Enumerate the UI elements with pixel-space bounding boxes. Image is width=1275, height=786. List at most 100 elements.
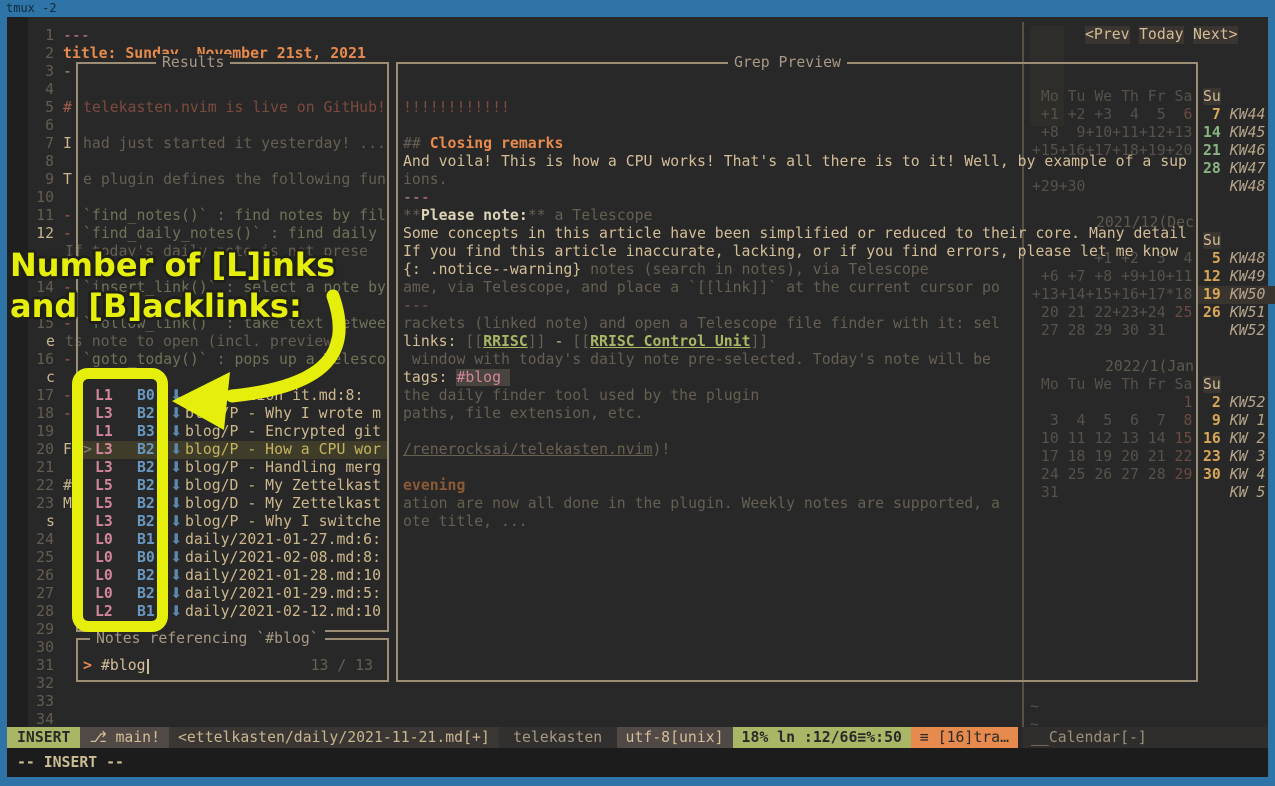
buffer-text: c xyxy=(46,369,388,387)
line-number: 33 xyxy=(28,693,54,711)
preview-text: [[ xyxy=(572,333,590,350)
calendar-week-number: KW49 xyxy=(1230,268,1266,285)
line-number: 4 xyxy=(28,81,54,99)
search-input[interactable]: #blog xyxy=(101,657,146,675)
result-label: blog/P - Why I switche xyxy=(185,513,381,531)
calendar-nav-next[interactable]: Next> xyxy=(1193,26,1238,44)
spacer xyxy=(1221,124,1230,141)
encoding-segment: utf-8[unix] xyxy=(617,727,733,748)
backlinks-count: B2 xyxy=(137,405,155,423)
line-number: 13 xyxy=(28,261,54,279)
note-down-arrow-icon: ⬇ xyxy=(170,387,182,405)
line-number: 6 xyxy=(28,117,54,135)
preview-text: Please note: xyxy=(421,207,528,224)
git-branch-name: main! xyxy=(115,729,160,746)
buffer-text: title: Sunday, November 21st, 2021 xyxy=(63,45,388,63)
line-number: 31 xyxy=(28,657,54,675)
backlinks-count: B0 xyxy=(137,387,155,405)
calendar-sunday-day[interactable]: 12 xyxy=(1203,268,1221,285)
calendar-week-row[interactable]: 12 KW49 xyxy=(1203,268,1265,286)
calendar-sunday-day xyxy=(1203,178,1221,195)
calendar-week-row[interactable]: 28 KW47 xyxy=(1203,160,1265,178)
result-item[interactable]: L2B1⬇daily/2021-02-12.md:10 xyxy=(0,603,1275,621)
calendar-sunday-day[interactable]: 28 xyxy=(1203,160,1221,177)
preview-line: rackets (linked note) and open a Telesco… xyxy=(403,315,1196,333)
calendar-nav-today[interactable]: Today xyxy=(1139,26,1184,44)
note-down-arrow-icon: ⬇ xyxy=(170,531,182,549)
result-item[interactable]: L3 B2 ⬇blog/P - Why I switche xyxy=(0,513,1275,531)
preview-text: window with today's daily note pre-selec… xyxy=(403,351,991,368)
line-number: 10 xyxy=(28,189,54,207)
spacer xyxy=(1221,268,1230,285)
preview-line: {: .notice--warning} notes (search in no… xyxy=(403,261,1196,279)
buffer-text: `follow_link()` : take text betwee xyxy=(83,315,388,333)
calendar-sunday-day[interactable]: 14 xyxy=(1203,124,1221,141)
command-line-area xyxy=(7,748,1268,777)
result-item[interactable]: L0B2⬇daily/2021-01-28.md:10 xyxy=(0,567,1275,585)
calendar-week-row[interactable]: Su xyxy=(1203,232,1221,250)
result-item[interactable]: >L3B2⬇blog/P - How a CPU wor xyxy=(0,441,1275,459)
preview-text: ions. xyxy=(403,171,448,188)
calendar-week-row[interactable]: 19 KW50 xyxy=(1203,286,1265,304)
calendar-sunday-day[interactable]: 21 xyxy=(1203,142,1221,159)
preview-text: notes (search in notes), via Telescope xyxy=(581,261,928,278)
calendar-nav-prev[interactable]: <Prev xyxy=(1085,26,1130,44)
calendar-week-row[interactable]: KW52 xyxy=(1203,322,1265,340)
preview-text: RRISC Control Unit xyxy=(590,333,750,350)
calendar-sunday-day[interactable]: 5 xyxy=(1203,250,1221,267)
calendar-week-row[interactable]: 21 KW46 xyxy=(1203,142,1265,160)
backlinks-count: B1 xyxy=(137,603,155,621)
result-item[interactable]: L3B2⬇blog/P - Why I wrote m xyxy=(0,405,1275,423)
calendar-week-number: KW47 xyxy=(1230,160,1266,177)
note-down-arrow-icon: ⬇ xyxy=(170,405,182,423)
calendar-week-number: KW48 xyxy=(1230,178,1266,195)
links-count: L1 xyxy=(95,423,113,441)
calendar-week-row[interactable]: KW48 xyxy=(1203,178,1265,196)
result-label: blog/D - My Zettelkast xyxy=(185,477,381,495)
plugin-name-segment: telekasten xyxy=(499,727,617,748)
result-item[interactable]: L5B2⬇blog/D - My Zettelkast xyxy=(0,495,1275,513)
result-item[interactable]: L0B0⬇daily/2021-02-08.md:8: xyxy=(0,549,1275,567)
spacer xyxy=(1221,304,1230,321)
note-down-arrow-icon: ⬇ xyxy=(170,495,182,513)
calendar-week-number: KW45 xyxy=(1230,124,1266,141)
calendar-week-row[interactable]: 14 KW45 xyxy=(1203,124,1265,142)
calendar-week-row[interactable]: 26 KW51 xyxy=(1203,304,1265,322)
preview-line: ions. xyxy=(403,171,1196,189)
links-count: L3 xyxy=(95,513,113,531)
spacer xyxy=(1221,250,1230,267)
result-item[interactable]: L0B2⬇daily/2021-01-29.md:5: xyxy=(0,585,1275,603)
note-down-arrow-icon: ⬇ xyxy=(170,585,182,603)
result-label: blog/P - How a CPU wor xyxy=(185,441,381,459)
backlinks-count: B2 xyxy=(137,441,155,459)
preview-text: ]] xyxy=(750,333,768,350)
links-count: L0 xyxy=(95,531,113,549)
result-item[interactable]: L0B1⬇daily/2021-01-27.md:6: xyxy=(0,531,1275,549)
result-item[interactable]: L3B2⬇blog/P - Handling merg xyxy=(0,459,1275,477)
links-count: L3 xyxy=(95,459,113,477)
statusline: INSERT ⎇ main! <ettelkasten/daily/2021-1… xyxy=(7,727,1018,748)
calendar-week-row[interactable]: Su xyxy=(1203,88,1221,106)
calendar-sunday-day[interactable]: 7 xyxy=(1203,106,1221,123)
backlinks-count: B2 xyxy=(137,477,155,495)
git-branch-segment: ⎇ main! xyxy=(80,727,169,748)
buffer-text: - xyxy=(63,63,388,81)
note-down-arrow-icon: ⬇ xyxy=(170,513,182,531)
preview-text: ** xyxy=(403,207,421,224)
backlinks-count: B2 xyxy=(137,513,155,531)
result-item[interactable]: L1B0⬇i mention it.md:8: xyxy=(0,387,1275,405)
calendar-week-row[interactable]: 5 KW48 xyxy=(1203,250,1265,268)
calendar-sunday-day[interactable]: 26 xyxy=(1203,304,1221,321)
result-item[interactable]: L5B2⬇blog/D - My Zettelkast xyxy=(0,477,1275,495)
line-number: 29 xyxy=(28,621,54,639)
line-number: 2 xyxy=(28,45,54,63)
selection-caret: > xyxy=(83,441,92,459)
preview-line: ## Closing remarks xyxy=(403,135,1196,153)
calendar-sunday-day[interactable]: 19 xyxy=(1203,286,1221,303)
backlinks-count: B0 xyxy=(137,549,155,567)
spacer xyxy=(1221,286,1230,303)
result-item[interactable]: L1B3⬇blog/P - Encrypted git xyxy=(0,423,1275,441)
line-number: 7 xyxy=(28,135,54,153)
calendar-week-row[interactable]: 7 KW44 xyxy=(1203,106,1265,124)
preview-line: --- xyxy=(403,189,1196,207)
